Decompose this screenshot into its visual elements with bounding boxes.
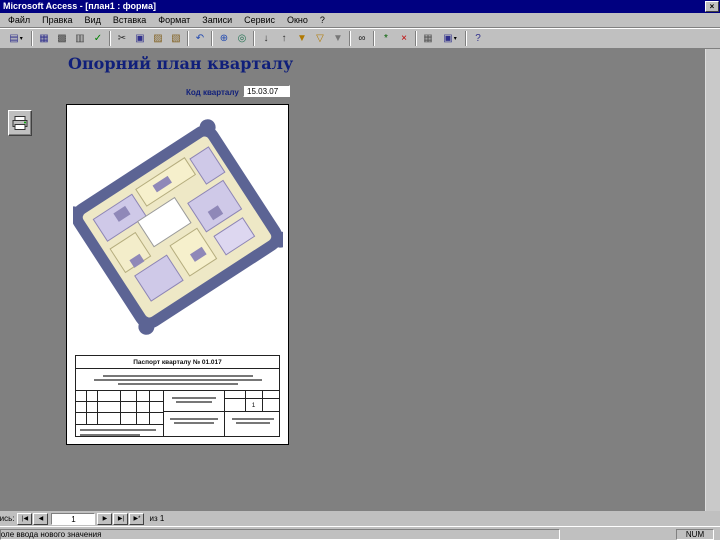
new-object-button[interactable]: ▣ ▾ bbox=[437, 30, 463, 47]
menu-item-3[interactable]: Вставка bbox=[107, 14, 152, 26]
printer-icon bbox=[12, 116, 28, 130]
status-message-panel: Поле ввода нового значения bbox=[0, 529, 560, 540]
insert-hyperlink-button[interactable]: ⊕ bbox=[215, 30, 233, 47]
record-label: Запись: bbox=[0, 514, 15, 523]
status-message: Поле ввода нового значения bbox=[0, 530, 102, 539]
menu-item-8[interactable]: ? bbox=[314, 14, 331, 26]
form-view-button[interactable]: ▤ ▾ bbox=[3, 30, 29, 47]
toolbar-separator bbox=[373, 31, 375, 46]
delete-record-button[interactable]: × bbox=[395, 30, 413, 47]
apply-filter-button[interactable]: ▼ bbox=[329, 30, 347, 47]
record-count-label: из 1 bbox=[149, 514, 165, 523]
menu-item-0[interactable]: Файл bbox=[2, 14, 36, 26]
paste-button[interactable]: ▨ bbox=[149, 30, 167, 47]
toolbar: ▤ ▾ ▦ ▩ ▥ ✓ ✂ ▣ ▨ ▧ ↶ ⊕ ◎ ↓ ↑ ▼ ▽ ▼ ∞ * × ▦ ▣ ▾? bbox=[0, 28, 720, 49]
toolbar-separator bbox=[253, 31, 255, 46]
menu-item-4[interactable]: Формат bbox=[152, 14, 196, 26]
last-record-button[interactable]: ▶| bbox=[113, 512, 129, 525]
menu-item-1[interactable]: Правка bbox=[36, 14, 78, 26]
form-client-area: Опорний план кварталу Код кварталу 15.03… bbox=[0, 49, 720, 511]
code-field-label: Код кварталу bbox=[186, 88, 239, 97]
first-record-button[interactable]: |◀ bbox=[17, 512, 33, 525]
next-record-button[interactable]: ▶ bbox=[97, 512, 113, 525]
toolbar-separator bbox=[31, 31, 33, 46]
record-nav-left: |◀ ◀ bbox=[17, 512, 49, 525]
previous-record-button[interactable]: ◀ bbox=[33, 512, 49, 525]
plan-drawing bbox=[73, 119, 283, 335]
record-nav-right: ▶ ▶| ▶* bbox=[97, 512, 145, 525]
status-bar: Поле ввода нового значения NUM bbox=[0, 526, 720, 540]
print-button[interactable]: ▩ bbox=[53, 30, 71, 47]
record-navigator: Запись: |◀◀ 1 ▶▶|▶* из 1 bbox=[0, 511, 720, 526]
toolbar-separator bbox=[109, 31, 111, 46]
toolbar-separator bbox=[465, 31, 467, 46]
access-window: Microsoft Access - [план1 : форма] × Фай… bbox=[0, 0, 720, 540]
new-record-button[interactable]: ▶* bbox=[129, 512, 145, 525]
stamp-title: Паспорт кварталу № 01.017 bbox=[76, 356, 279, 369]
title-bar: Microsoft Access - [план1 : форма] × bbox=[0, 0, 720, 13]
window-title: Microsoft Access - [план1 : форма] bbox=[3, 1, 156, 11]
toolbar-separator bbox=[211, 31, 213, 46]
stamp-code-cell bbox=[164, 391, 225, 436]
menu-item-2[interactable]: Вид bbox=[79, 14, 107, 26]
record-number-input[interactable]: 1 bbox=[51, 512, 96, 525]
menu-item-5[interactable]: Записи bbox=[196, 14, 238, 26]
toolbar-separator bbox=[349, 31, 351, 46]
dropdown-arrow-icon: ▾ bbox=[19, 36, 23, 42]
stamp-sheet-cells: 1 bbox=[225, 391, 280, 436]
web-toolbar-button[interactable]: ◎ bbox=[233, 30, 251, 47]
menu-bar: Файл Правка Вид Вставка Формат Записи Сервис Ок… bbox=[0, 13, 720, 28]
form-heading: Опорний план кварталу bbox=[68, 54, 294, 73]
stamp-revision-grid bbox=[76, 391, 164, 436]
spelling-button[interactable]: ✓ bbox=[89, 30, 107, 47]
code-field-value[interactable]: 15.03.07 bbox=[243, 85, 290, 97]
close-button[interactable]: × bbox=[705, 1, 719, 12]
sort-descending-button[interactable]: ↑ bbox=[275, 30, 293, 47]
format-painter-button[interactable]: ▧ bbox=[167, 30, 185, 47]
new-record-button[interactable]: * bbox=[377, 30, 395, 47]
cut-button[interactable]: ✂ bbox=[113, 30, 131, 47]
help-button[interactable]: ? bbox=[469, 30, 487, 47]
print-form-button[interactable] bbox=[8, 110, 32, 136]
database-window-button[interactable]: ▦ bbox=[419, 30, 437, 47]
print-preview-button[interactable]: ▥ bbox=[71, 30, 89, 47]
toolbar-separator bbox=[415, 31, 417, 46]
undo-button[interactable]: ↶ bbox=[191, 30, 209, 47]
filter-by-form-button[interactable]: ▽ bbox=[311, 30, 329, 47]
copy-button[interactable]: ▣ bbox=[131, 30, 149, 47]
toolbar-separator bbox=[187, 31, 189, 46]
find-button[interactable]: ∞ bbox=[353, 30, 371, 47]
vertical-scrollbar[interactable] bbox=[705, 49, 720, 511]
title-block: Паспорт кварталу № 01.017 1 bbox=[75, 355, 280, 437]
sort-ascending-button[interactable]: ↓ bbox=[257, 30, 275, 47]
stamp-sheet-number: 1 bbox=[251, 402, 256, 409]
save-button[interactable]: ▦ bbox=[35, 30, 53, 47]
menu-item-7[interactable]: Окно bbox=[281, 14, 314, 26]
menu-item-6[interactable]: Сервис bbox=[238, 14, 281, 26]
num-lock-indicator: NUM bbox=[676, 529, 714, 540]
page-preview: Паспорт кварталу № 01.017 1 bbox=[66, 104, 289, 445]
stamp-subtitle-lines bbox=[76, 369, 279, 391]
filter-by-selection-button[interactable]: ▼ bbox=[293, 30, 311, 47]
dropdown-arrow-icon: ▾ bbox=[453, 36, 457, 42]
